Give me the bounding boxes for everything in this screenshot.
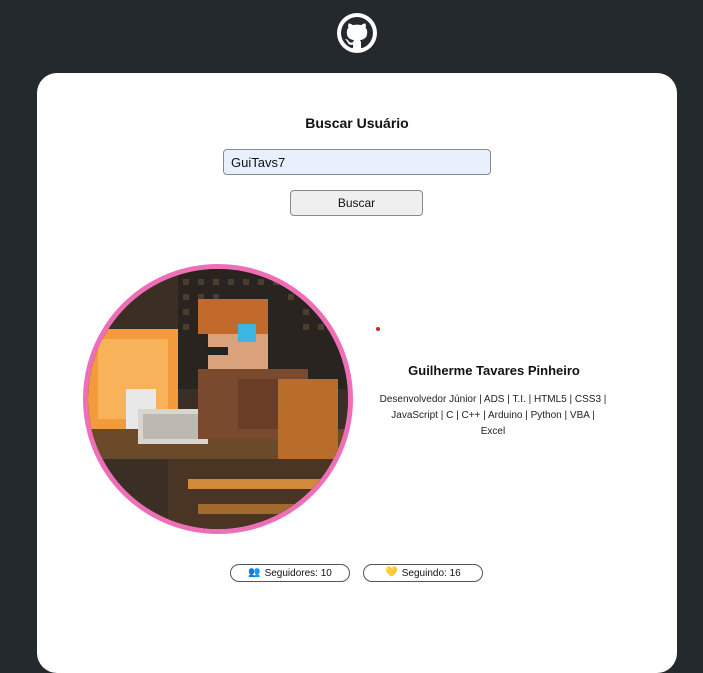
search-card: Buscar Usuário Buscar (37, 73, 677, 673)
avatar-pixel-art (88, 269, 348, 529)
github-icon[interactable] (337, 13, 377, 53)
user-name: Guilherme Tavares Pinheiro (408, 363, 580, 378)
avatar (83, 264, 353, 534)
following-badge[interactable]: 💛 Seguindo: 16 (363, 564, 483, 582)
top-bar (0, 0, 703, 73)
user-bio: Desenvolvedor Júnior | ADS | T.I. | HTML… (379, 394, 607, 437)
red-dot (376, 327, 380, 331)
people-icon: 👥 (248, 567, 261, 578)
following-label: Seguindo: 16 (401, 567, 461, 579)
heart-icon: 💛 (385, 567, 398, 578)
search-button[interactable]: Buscar (290, 190, 423, 216)
followers-badge[interactable]: 👥 Seguidores: 10 (230, 564, 350, 582)
search-input[interactable] (223, 149, 491, 175)
search-title: Buscar Usuário (305, 115, 409, 131)
followers-label: Seguidores: 10 (264, 567, 332, 579)
